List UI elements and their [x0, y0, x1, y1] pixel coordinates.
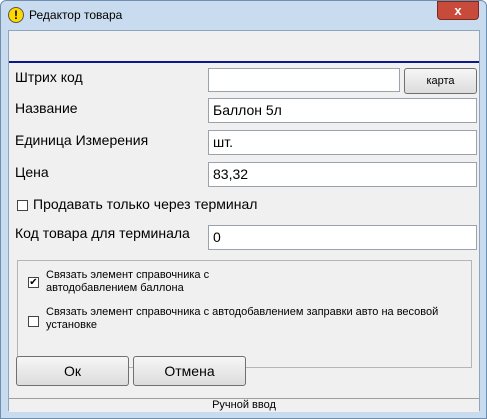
price-field[interactable]: 83,32: [208, 162, 477, 187]
header-divider: [9, 61, 479, 63]
editor-window: ! Редактор товара x Штрих код карта Назв…: [0, 0, 487, 419]
name-field[interactable]: Баллон 5л: [208, 98, 477, 123]
terminal-code-field[interactable]: 0: [208, 225, 477, 250]
link-scale-label-line1: Связать элемент справочника с автодобавл…: [46, 306, 439, 318]
ok-button[interactable]: Ок: [16, 356, 129, 386]
link-balloon-checkbox[interactable]: ✔: [28, 277, 39, 288]
link-scale-checkbox[interactable]: [28, 316, 39, 327]
status-bar: Ручной ввод: [9, 398, 479, 412]
barcode-label: Штрих код: [15, 69, 83, 85]
title-bar: ! Редактор товара x: [1, 1, 486, 29]
name-label: Название: [15, 100, 78, 116]
price-label: Цена: [15, 164, 49, 180]
unit-field[interactable]: шт.: [208, 130, 477, 155]
barcode-field[interactable]: [208, 68, 400, 92]
warning-icon: !: [8, 7, 24, 23]
terminal-only-label: Продавать только через терминал: [33, 196, 258, 212]
terminal-only-checkbox[interactable]: [17, 200, 28, 211]
window-title: Редактор товара: [29, 8, 123, 22]
link-options-group: ✔ Связать элемент справочника с автодоба…: [17, 260, 472, 368]
link-scale-label-line2: установке: [46, 319, 97, 331]
unit-label: Единица Измерения: [15, 132, 149, 148]
link-balloon-label-line1: Связать элемент справочника с: [46, 269, 210, 281]
client-area: Штрих код карта Название Баллон 5л Едини…: [8, 30, 480, 412]
cancel-button[interactable]: Отмена: [133, 356, 246, 386]
close-button[interactable]: x: [437, 1, 479, 20]
link-balloon-label-line2: автодобавлением баллона: [46, 282, 184, 294]
terminal-code-label: Код товара для терминала: [15, 225, 190, 241]
card-button[interactable]: карта: [404, 68, 477, 94]
